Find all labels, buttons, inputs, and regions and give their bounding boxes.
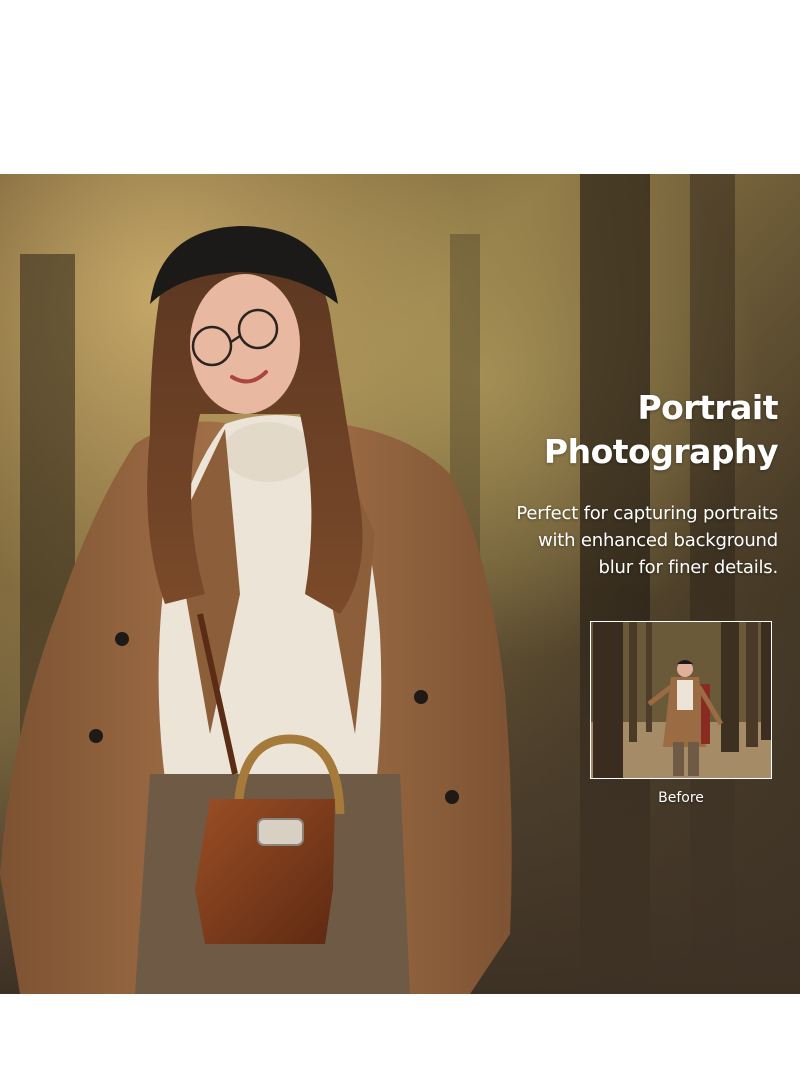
description-line-1: Perfect for capturing portraits [516,503,778,524]
description-line-3: blur for finer details. [598,557,779,578]
headline: Portrait Photography [543,386,779,474]
before-label: Before [658,790,704,806]
description-line-2: with enhanced background [537,530,778,551]
main-portrait-photo [0,174,800,994]
description: Perfect for capturing portraits with enh… [458,500,778,581]
headline-line-2: Photography [543,432,779,471]
headline-line-1: Portrait [637,388,778,427]
before-thumbnail [590,621,772,779]
